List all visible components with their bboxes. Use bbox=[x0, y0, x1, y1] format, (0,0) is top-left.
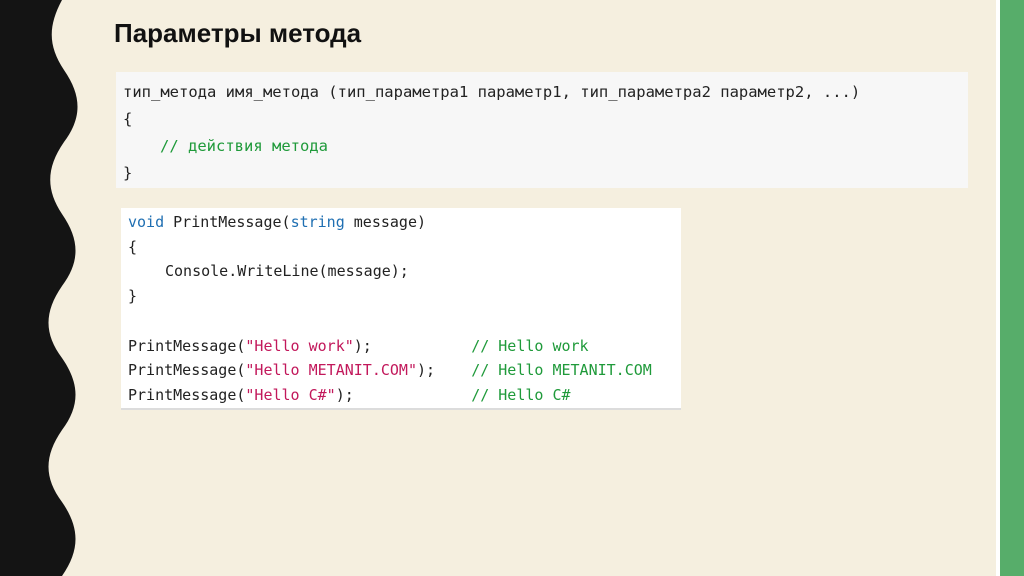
code-comment: // Hello work bbox=[471, 336, 589, 355]
call-line: PrintMessage("Hello C#"); // Hello C# bbox=[128, 385, 571, 404]
string-literal: "Hello METANIT.COM" bbox=[245, 361, 417, 380]
code-comment: // Hello METANIT.COM bbox=[471, 361, 652, 380]
keyword-string: string bbox=[290, 213, 345, 231]
comment-line: // действия метода bbox=[123, 133, 968, 160]
code-comment: // действия метода bbox=[160, 137, 328, 155]
string-literal: "Hello C#" bbox=[245, 385, 336, 404]
close-brace: } bbox=[128, 287, 138, 306]
call-line: PrintMessage("Hello work"); // Hello wor… bbox=[128, 336, 589, 355]
method-body: Console.WriteLine(message); bbox=[128, 259, 681, 284]
call-line: PrintMessage("Hello METANIT.COM"); // He… bbox=[128, 361, 652, 380]
open-brace: { bbox=[123, 110, 133, 128]
string-literal: "Hello work" bbox=[245, 336, 354, 355]
syntax-line: тип_метода имя_метода (тип_параметра1 па… bbox=[123, 83, 861, 101]
parameter-name: message) bbox=[344, 213, 427, 231]
keyword-void: void bbox=[128, 213, 165, 231]
wavy-border-decoration bbox=[0, 0, 78, 576]
open-brace: { bbox=[128, 237, 138, 256]
code-comment: // Hello C# bbox=[471, 385, 571, 404]
accent-stripe bbox=[1000, 0, 1024, 576]
example-code-block: void PrintMessage(string message) { Consol… bbox=[121, 208, 681, 410]
syntax-code-block: тип_метода имя_метода (тип_параметра1 па… bbox=[116, 72, 968, 188]
method-name: PrintMessage( bbox=[164, 213, 291, 231]
console-writeline: Console.WriteLine(message); bbox=[165, 262, 409, 281]
close-brace: } bbox=[123, 164, 133, 182]
slide-title: Параметры метода bbox=[114, 18, 362, 48]
method-declaration: void PrintMessage(string message) bbox=[128, 210, 681, 235]
